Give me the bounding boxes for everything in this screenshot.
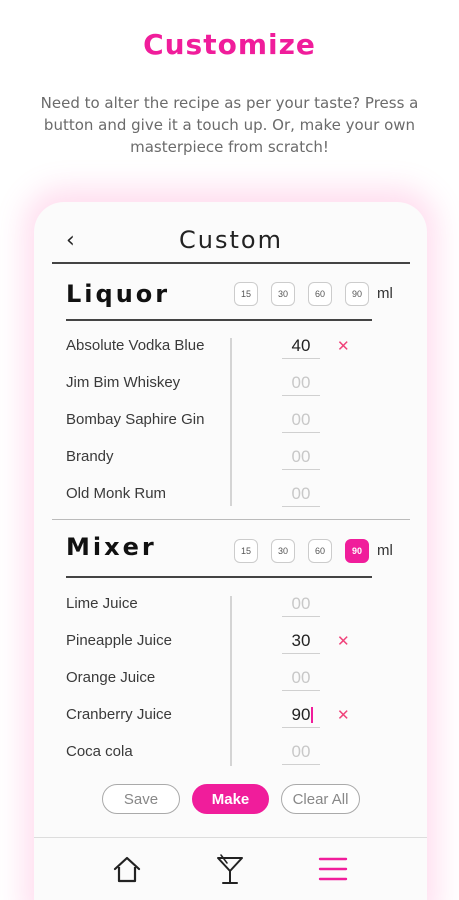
hero-title: Customize: [143, 28, 316, 61]
menu-icon[interactable]: [318, 854, 348, 889]
liquor-item-amount-input[interactable]: [282, 407, 320, 433]
liquor-item-name[interactable]: Bombay Saphire Gin: [66, 411, 204, 428]
mixer-unit-label: ml: [377, 542, 393, 559]
clear-all-button[interactable]: Clear All: [281, 784, 360, 814]
mixer-amount-30-button[interactable]: 30: [271, 539, 295, 563]
liquor-item-name[interactable]: Brandy: [66, 448, 114, 465]
mixer-item-name[interactable]: Coca cola: [66, 743, 133, 760]
custom-header: ‹ Custom: [52, 222, 410, 264]
mixer-item-amount-input[interactable]: [282, 628, 320, 654]
mixer-item-amount-input[interactable]: [282, 702, 320, 728]
liquor-item-amount-input[interactable]: [282, 444, 320, 470]
page-title: Custom: [179, 226, 283, 254]
liquor-column-divider: [230, 338, 232, 506]
mixer-item-amount-input[interactable]: [282, 739, 320, 765]
liquor-item-amount-input[interactable]: [282, 333, 320, 359]
liquor-item-amount-input[interactable]: [282, 370, 320, 396]
mixer-item-amount-input[interactable]: [282, 665, 320, 691]
mixer-item-name[interactable]: Cranberry Juice: [66, 706, 172, 723]
custom-recipe-card: ‹ Custom Liquor 15 30 60 90 ml Absolute …: [34, 202, 427, 900]
liquor-unit-label: ml: [377, 285, 393, 302]
mixer-amount-15-button[interactable]: 15: [234, 539, 258, 563]
liquor-item-name[interactable]: Absolute Vodka Blue: [66, 337, 204, 354]
liquor-amount-60-button[interactable]: 60: [308, 282, 332, 306]
save-button[interactable]: Save: [102, 784, 180, 814]
liquor-section-underline: [66, 319, 372, 321]
mixer-column-divider: [230, 596, 232, 766]
liquor-section-title: Liquor: [66, 280, 171, 308]
mixer-amount-90-button[interactable]: 90: [345, 539, 369, 563]
liquor-amount-30-button[interactable]: 30: [271, 282, 295, 306]
liquor-item-amount-input[interactable]: [282, 481, 320, 507]
hero-description: Need to alter the recipe as per your tas…: [40, 94, 419, 156]
liquor-amount-15-button[interactable]: 15: [234, 282, 258, 306]
section-divider: [52, 519, 410, 520]
liquor-item-name[interactable]: Jim Bim Whiskey: [66, 374, 180, 391]
remove-icon[interactable]: ✕: [337, 706, 350, 724]
remove-icon[interactable]: ✕: [337, 337, 350, 355]
make-button[interactable]: Make: [192, 784, 269, 814]
home-icon[interactable]: [112, 854, 142, 889]
mixer-section-title: Mixer: [66, 533, 157, 561]
mixer-item-amount-input[interactable]: [282, 591, 320, 617]
remove-icon[interactable]: ✕: [337, 632, 350, 650]
mixer-item-name[interactable]: Lime Juice: [66, 595, 138, 612]
liquor-amount-90-button[interactable]: 90: [345, 282, 369, 306]
mixer-item-name[interactable]: Orange Juice: [66, 669, 155, 686]
mixer-section-underline: [66, 576, 372, 578]
mixer-amount-60-button[interactable]: 60: [308, 539, 332, 563]
cocktail-glass-icon[interactable]: [215, 854, 245, 891]
text-cursor: [311, 707, 313, 723]
liquor-item-name[interactable]: Old Monk Rum: [66, 485, 166, 502]
mixer-item-name[interactable]: Pineapple Juice: [66, 632, 172, 649]
bottom-tab-bar: [34, 837, 427, 900]
